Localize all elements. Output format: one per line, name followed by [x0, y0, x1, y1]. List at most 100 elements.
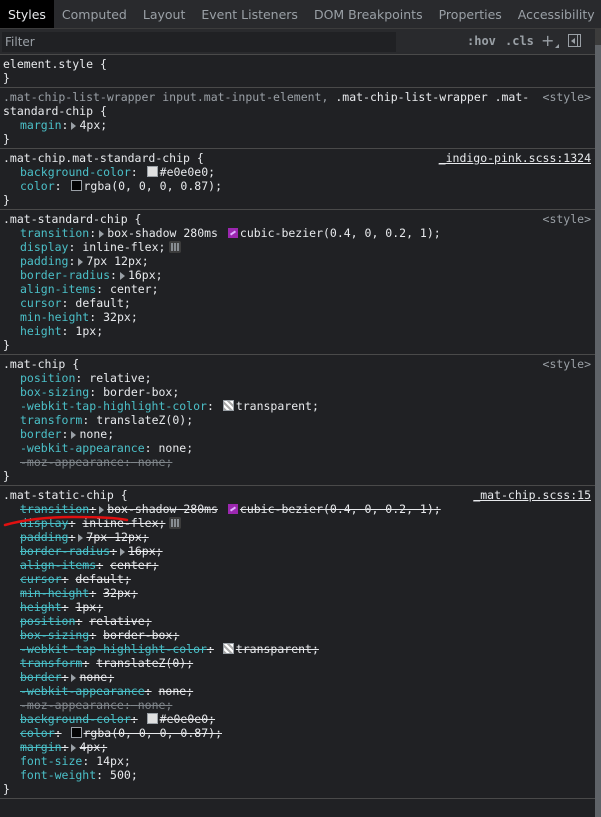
property-name[interactable]: position [20, 614, 75, 628]
declaration[interactable]: height: 1px; [3, 324, 595, 338]
declaration[interactable]: background-color: #e0e0e0; [3, 165, 595, 179]
property-value[interactable]: border-box [103, 628, 172, 642]
rule-selector[interactable]: .mat-standard-chip [3, 212, 128, 226]
color-swatch-icon[interactable] [146, 166, 158, 177]
property-name[interactable]: border-radius [20, 544, 110, 558]
declaration[interactable]: min-height: 32px; [3, 586, 595, 600]
declaration[interactable]: transition: box-shadow 280ms cubic-bezier… [3, 226, 595, 240]
declaration[interactable]: -webkit-tap-highlight-color: transparent… [3, 642, 595, 656]
property-value[interactable]: relative [89, 614, 144, 628]
rule-source-link[interactable]: _mat-chip.scss:15 [473, 488, 591, 502]
property-value[interactable]: 500 [110, 768, 131, 782]
declaration[interactable]: font-weight: 500; [3, 768, 595, 782]
expand-triangle-icon[interactable] [71, 743, 77, 752]
property-name[interactable]: padding [20, 254, 68, 268]
declaration[interactable]: align-items: center; [3, 282, 595, 296]
property-name[interactable]: margin [20, 118, 62, 132]
property-name[interactable]: cursor [20, 296, 62, 310]
new-style-rule-button[interactable]: + [541, 31, 554, 50]
property-name[interactable]: border [20, 427, 62, 441]
rule-source-link[interactable]: _indigo-pink.scss:1324 [439, 151, 591, 165]
property-value[interactable]: none [159, 441, 187, 455]
declaration[interactable]: display: inline-flex; [3, 516, 595, 530]
property-name[interactable]: color [20, 726, 55, 740]
property-name[interactable]: border-radius [20, 268, 110, 282]
property-value[interactable]: rgba(0, 0, 0, 0.87) [84, 726, 216, 740]
property-value[interactable]: none [138, 698, 166, 712]
property-value[interactable]: none [159, 684, 187, 698]
property-value[interactable]: none [79, 427, 107, 441]
property-name[interactable]: box-sizing [20, 628, 89, 642]
color-swatch-icon[interactable] [146, 713, 158, 724]
property-value[interactable]: default [75, 572, 123, 586]
declaration[interactable]: transition: box-shadow 280ms cubic-bezier… [3, 502, 595, 516]
property-name[interactable]: transform [20, 656, 82, 670]
property-name[interactable]: font-size [20, 754, 82, 768]
property-value[interactable]: 32px [103, 586, 131, 600]
property-value[interactable]: translateZ(0) [96, 656, 186, 670]
property-name[interactable]: transition [20, 502, 89, 516]
rule-selector-continued[interactable]: standard-chip [3, 104, 93, 118]
property-name[interactable]: -webkit-tap-highlight-color [20, 642, 207, 656]
property-value[interactable]: 14px [96, 754, 124, 768]
rule-source-link[interactable]: <style> [543, 357, 591, 371]
declaration[interactable]: display: inline-flex; [3, 240, 595, 254]
expand-triangle-icon[interactable] [99, 229, 105, 238]
declaration[interactable]: padding: 7px 12px; [3, 254, 595, 268]
property-value[interactable]: 7px 12px [86, 254, 141, 268]
declaration[interactable]: align-items: center; [3, 558, 595, 572]
property-name[interactable]: cursor [20, 572, 62, 586]
hover-state-toggle[interactable]: :hov [467, 34, 496, 48]
declaration[interactable]: -moz-appearance: none; [3, 698, 595, 712]
declaration[interactable]: background-color: #e0e0e0; [3, 712, 595, 726]
property-name[interactable]: height [20, 600, 62, 614]
declaration[interactable]: color: rgba(0, 0, 0, 0.87); [3, 726, 595, 740]
declaration[interactable]: color: rgba(0, 0, 0, 0.87); [3, 179, 595, 193]
property-name[interactable]: color [20, 179, 55, 193]
filter-input[interactable] [2, 32, 396, 52]
declaration[interactable]: position: relative; [3, 371, 595, 385]
property-value[interactable]: 4px [79, 118, 100, 132]
property-value[interactable]: translateZ(0) [96, 413, 186, 427]
property-value[interactable]: 1px [75, 600, 96, 614]
rule-selector[interactable]: .mat-chip-list-wrapper input.mat-input-e… [3, 90, 328, 104]
property-value[interactable]: #e0e0e0 [160, 165, 208, 179]
property-name[interactable]: margin [20, 740, 62, 754]
property-name[interactable]: transition [20, 226, 89, 240]
bezier-curve-icon[interactable] [227, 504, 238, 514]
declaration[interactable]: border-radius: 16px; [3, 268, 595, 282]
property-value[interactable]: center [110, 282, 152, 296]
property-value[interactable]: inline-flex [82, 516, 158, 530]
property-value[interactable]: 7px 12px [86, 530, 141, 544]
expand-triangle-icon[interactable] [71, 430, 77, 439]
declaration[interactable]: border: none; [3, 427, 595, 441]
property-name[interactable]: -moz-appearance [20, 698, 124, 712]
expand-triangle-icon[interactable] [119, 547, 125, 556]
property-name[interactable]: position [20, 371, 75, 385]
color-swatch-icon[interactable] [222, 643, 234, 654]
property-name[interactable]: min-height [20, 586, 89, 600]
property-value[interactable]: box-shadow 280ms [107, 502, 218, 516]
expand-triangle-icon[interactable] [99, 505, 105, 514]
property-name[interactable]: align-items [20, 282, 96, 296]
declaration[interactable]: cursor: default; [3, 296, 595, 310]
expand-triangle-icon[interactable] [71, 121, 77, 130]
property-name[interactable]: background-color [20, 712, 131, 726]
property-value[interactable]: inline-flex [82, 240, 158, 254]
sidebar-toggle-icon[interactable] [568, 34, 581, 47]
declaration[interactable]: padding: 7px 12px; [3, 530, 595, 544]
declaration[interactable]: position: relative; [3, 614, 595, 628]
declaration[interactable]: height: 1px; [3, 600, 595, 614]
property-value[interactable]: transparent [236, 642, 312, 656]
bezier-curve-icon[interactable] [227, 228, 238, 238]
expand-triangle-icon[interactable] [119, 271, 125, 280]
declaration[interactable]: cursor: default; [3, 572, 595, 586]
tab-layout[interactable]: Layout [135, 0, 194, 28]
declaration[interactable]: margin: 4px; [3, 740, 595, 754]
property-value[interactable]: default [75, 296, 123, 310]
property-value[interactable]: none [79, 670, 107, 684]
tab-computed[interactable]: Computed [54, 0, 135, 28]
property-value[interactable]: relative [89, 371, 144, 385]
expand-triangle-icon[interactable] [78, 257, 84, 266]
property-name[interactable]: background-color [20, 165, 131, 179]
